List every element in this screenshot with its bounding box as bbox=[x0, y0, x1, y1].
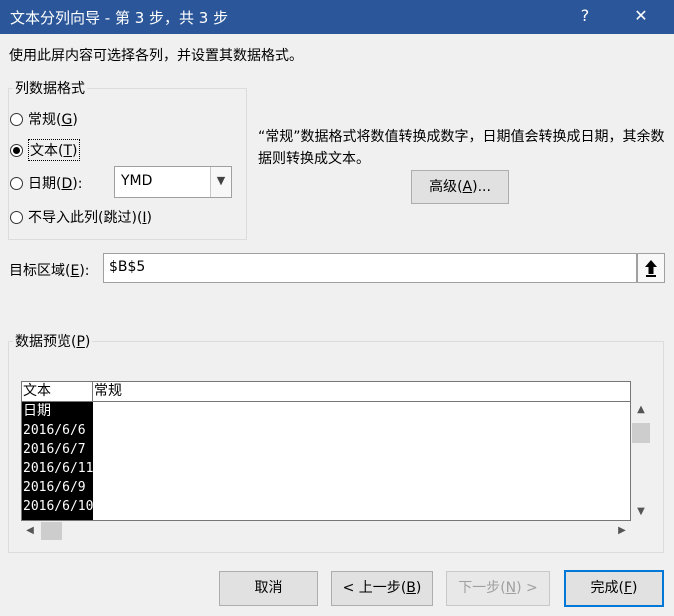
data-preview-legend: 数据预览(P) bbox=[15, 334, 91, 350]
preview-cell: 2016/6/7 bbox=[23, 442, 86, 457]
scroll-down-icon[interactable]: ▼ bbox=[631, 503, 651, 521]
preview-header-col-2[interactable]: 常规 bbox=[93, 382, 630, 402]
preview-cell: 2016/6/11 bbox=[23, 461, 94, 476]
scroll-up-icon[interactable]: ▲ bbox=[631, 401, 651, 419]
vertical-scroll-thumb[interactable] bbox=[632, 423, 650, 443]
radio-general[interactable]: 常规(G) bbox=[10, 108, 78, 130]
radio-text[interactable]: 文本(T) bbox=[10, 139, 80, 161]
radio-text-circle[interactable] bbox=[10, 143, 23, 157]
preview-header-col-1[interactable]: 文本 bbox=[22, 382, 93, 402]
preview-cell: 日期 bbox=[23, 403, 51, 419]
instruction-text: 使用此屏内容可选择各列，并设置其数据格式。 bbox=[9, 48, 303, 64]
format-description: “常规”数据格式将数值转换成数字，日期值会转换成日期，其余数据则转换成文本。 bbox=[258, 129, 665, 167]
next-button[interactable]: 下一步(N) > bbox=[446, 571, 550, 606]
column-format-legend: 列数据格式 bbox=[15, 81, 85, 97]
window-title: 文本分列向导 - 第 3 步，共 3 步 bbox=[10, 9, 229, 27]
collapse-up-arrow-icon bbox=[645, 260, 657, 277]
preview-vertical-scrollbar[interactable]: ▲ ▼ bbox=[631, 401, 651, 521]
finish-button[interactable]: 完成(F) bbox=[564, 570, 664, 607]
radio-skip-circle[interactable] bbox=[10, 210, 23, 224]
preview-horizontal-scrollbar[interactable]: ◀ ▶ bbox=[21, 521, 631, 541]
back-button[interactable]: < 上一步(B) bbox=[331, 571, 433, 606]
help-icon[interactable]: ? bbox=[562, 0, 608, 34]
date-format-select[interactable]: YMD ▼ bbox=[114, 166, 232, 198]
close-icon[interactable]: ✕ bbox=[618, 0, 664, 34]
date-format-value: YMD bbox=[121, 173, 153, 189]
chevron-down-icon[interactable]: ▼ bbox=[210, 167, 231, 197]
title-bar: 文本分列向导 - 第 3 步，共 3 步 ? ✕ bbox=[0, 0, 674, 34]
destination-label: 目标区域(E): bbox=[9, 263, 90, 279]
scroll-right-icon[interactable]: ▶ bbox=[613, 521, 631, 541]
radio-general-circle[interactable] bbox=[10, 112, 23, 126]
collapse-dialog-button[interactable] bbox=[637, 253, 665, 283]
radio-date[interactable]: 日期(D): bbox=[10, 172, 82, 194]
advanced-button[interactable]: 高级(A)... bbox=[411, 170, 509, 204]
destination-input[interactable]: $B$5 bbox=[103, 253, 637, 283]
preview-cell: 2016/6/10 bbox=[23, 499, 94, 514]
data-preview-grid[interactable]: 文本 常规 日期 2016/6/6 2016/6/7 2016/6/11 201… bbox=[21, 381, 631, 521]
horizontal-scroll-thumb[interactable] bbox=[41, 522, 62, 540]
preview-cell: 2016/6/9 bbox=[23, 480, 86, 495]
scroll-left-icon[interactable]: ◀ bbox=[21, 521, 39, 541]
preview-selected-column[interactable]: 日期 2016/6/6 2016/6/7 2016/6/11 2016/6/9 … bbox=[22, 402, 94, 520]
preview-cell: 2016/6/6 bbox=[23, 423, 86, 438]
destination-value: $B$5 bbox=[109, 259, 146, 275]
cancel-button[interactable]: 取消 bbox=[219, 571, 318, 606]
radio-date-circle[interactable] bbox=[10, 176, 23, 190]
radio-skip[interactable]: 不导入此列(跳过)(I) bbox=[10, 206, 152, 228]
